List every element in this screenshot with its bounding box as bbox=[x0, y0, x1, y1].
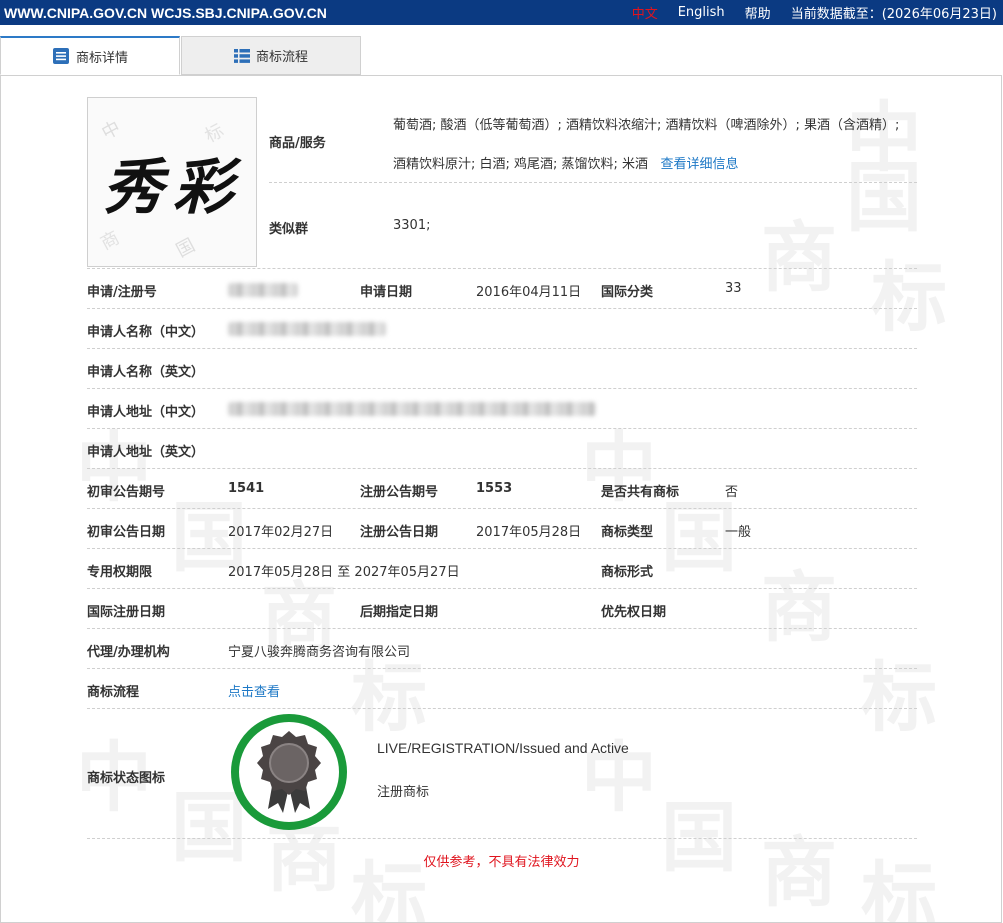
help-link[interactable]: 帮助 bbox=[745, 3, 771, 22]
divider bbox=[87, 508, 917, 509]
applicant-en-label: 申请人名称（英文） bbox=[87, 365, 205, 380]
status-english-text: LIVE/REGISTRATION/Issued and Active bbox=[377, 740, 629, 756]
goods-text: 葡萄酒; 酸酒（低等葡萄酒）; 酒精饮料浓缩汁; 酒精饮料（啤酒除外）; 果酒（… bbox=[393, 118, 900, 172]
status-icon-label: 商标状态图标 bbox=[87, 771, 166, 786]
divider bbox=[87, 468, 917, 469]
logo-watermark-text: 国 bbox=[173, 235, 199, 262]
divider bbox=[87, 268, 917, 269]
divider bbox=[87, 838, 917, 839]
watermark-char: 标 bbox=[861, 653, 937, 742]
agent-value: 宁夏八骏奔腾商务咨询有限公司 bbox=[228, 645, 411, 660]
logo-watermark-text: 中 bbox=[98, 117, 124, 144]
top-nav: 中文 English 帮助 当前数据截至：(2026年06月23日) bbox=[632, 3, 997, 22]
watermark-char: 中 bbox=[581, 733, 657, 822]
logo-watermark-text: 标 bbox=[202, 120, 228, 147]
exclusive-period-label: 专用权期限 bbox=[87, 565, 153, 580]
prelim-issue-label: 初审公告期号 bbox=[87, 485, 166, 500]
site-domains: WWW.CNIPA.GOV.CN WCJS.SBJ.CNIPA.GOV.CN bbox=[4, 4, 327, 21]
goods-label: 商品/服务 bbox=[269, 136, 326, 151]
reg-date-label: 注册公告日期 bbox=[360, 525, 439, 540]
applicant-cn-redacted bbox=[228, 322, 386, 336]
reg-no-label: 申请/注册号 bbox=[87, 285, 157, 300]
address-cn-label: 申请人地址（中文） bbox=[87, 405, 205, 420]
status-chinese-text: 注册商标 bbox=[377, 785, 430, 800]
data-date-text: 当前数据截至：(2026年06月23日) bbox=[790, 7, 997, 22]
address-cn-redacted bbox=[228, 402, 596, 416]
view-details-link[interactable]: 查看详细信息 bbox=[660, 157, 738, 172]
tab-trademark-flow[interactable]: 商标流程 bbox=[181, 36, 361, 75]
watermark-char: 标 bbox=[861, 853, 937, 923]
flow-label: 商标流程 bbox=[87, 685, 140, 700]
watermark-char: 标 bbox=[871, 253, 947, 342]
divider bbox=[87, 628, 917, 629]
detail-list-icon bbox=[52, 48, 69, 64]
divider bbox=[269, 182, 917, 183]
similar-group-value: 3301; bbox=[393, 218, 431, 233]
intl-class-value: 33 bbox=[725, 281, 742, 296]
app-date-label: 申请日期 bbox=[360, 285, 413, 300]
divider bbox=[87, 548, 917, 549]
app-date-value: 2016年04月11日 bbox=[476, 285, 582, 300]
view-flow-link[interactable]: 点击查看 bbox=[228, 681, 280, 700]
divider bbox=[87, 668, 917, 669]
divider bbox=[87, 428, 917, 429]
divider bbox=[87, 388, 917, 389]
lang-english-link[interactable]: English bbox=[678, 5, 725, 20]
similar-group-label: 类似群 bbox=[269, 222, 309, 237]
divider bbox=[87, 348, 917, 349]
divider bbox=[87, 708, 917, 709]
prelim-issue-value: 1541 bbox=[228, 481, 265, 496]
shared-label: 是否共有商标 bbox=[601, 485, 680, 500]
address-en-label: 申请人地址（英文） bbox=[87, 445, 205, 460]
shared-value: 否 bbox=[725, 485, 739, 500]
prelim-date-label: 初审公告日期 bbox=[87, 525, 166, 540]
reg-issue-label: 注册公告期号 bbox=[360, 485, 439, 500]
lang-chinese-link[interactable]: 中文 bbox=[632, 3, 658, 22]
intl-class-label: 国际分类 bbox=[601, 285, 654, 300]
mark-type-value: 一般 bbox=[725, 525, 752, 540]
tab-trademark-detail[interactable]: 商标详情 bbox=[0, 36, 180, 75]
flow-list-icon bbox=[233, 48, 250, 63]
divider bbox=[87, 588, 917, 589]
logo-watermark-text: 商 bbox=[97, 227, 123, 254]
exclusive-period-value: 2017年05月28日 至 2027年05月27日 bbox=[228, 565, 460, 580]
tab-bar: 商标详情 商标流程 bbox=[0, 36, 361, 76]
watermark-char: 商 bbox=[761, 213, 837, 302]
prelim-date-value: 2017年02月27日 bbox=[228, 525, 334, 540]
trademark-image: 中 国 商 标 秀彩 bbox=[87, 97, 257, 267]
divider bbox=[87, 308, 917, 309]
tab-label: 商标流程 bbox=[255, 50, 308, 65]
trademark-image-graphic: 中 国 商 标 秀彩 bbox=[97, 117, 243, 262]
reg-date-value: 2017年05月28日 bbox=[476, 525, 582, 540]
logo-calligraphy-text: 秀彩 bbox=[103, 153, 243, 223]
disclaimer-text: 仅供参考，不具有法律效力 bbox=[423, 855, 580, 870]
mark-form-label: 商标形式 bbox=[601, 565, 654, 580]
agent-label: 代理/办理机构 bbox=[87, 645, 170, 660]
watermark-char: 标 bbox=[351, 853, 427, 923]
applicant-cn-label: 申请人名称（中文） bbox=[87, 325, 205, 340]
reg-issue-value: 1553 bbox=[476, 481, 513, 496]
watermark-char: 商 bbox=[761, 563, 837, 652]
top-bar: WWW.CNIPA.GOV.CN WCJS.SBJ.CNIPA.GOV.CN 中… bbox=[0, 0, 1003, 25]
goods-value: 葡萄酒; 酸酒（低等葡萄酒）; 酒精饮料浓缩汁; 酒精饮料（啤酒除外）; 果酒（… bbox=[393, 106, 913, 184]
registered-seal-icon bbox=[231, 714, 347, 830]
reg-no-redacted bbox=[228, 283, 298, 297]
intl-reg-date-label: 国际注册日期 bbox=[87, 605, 166, 620]
later-date-label: 后期指定日期 bbox=[360, 605, 439, 620]
mark-type-label: 商标类型 bbox=[601, 525, 654, 540]
priority-date-label: 优先权日期 bbox=[601, 605, 667, 620]
tab-label: 商标详情 bbox=[75, 50, 128, 66]
